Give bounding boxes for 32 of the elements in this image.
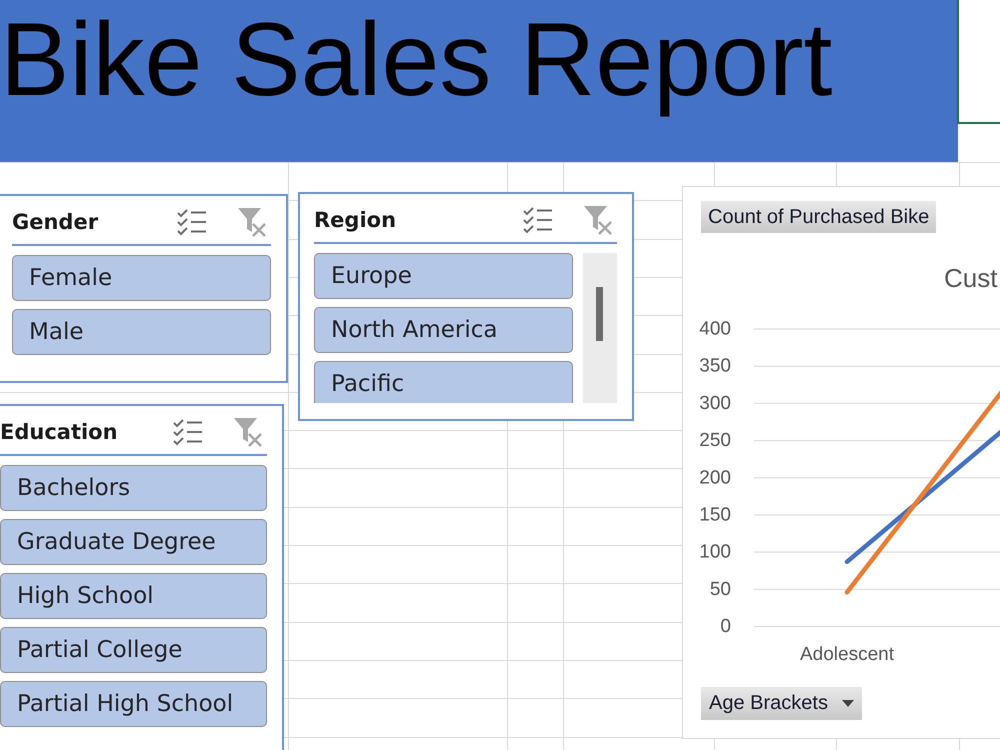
slicer-title: Education — [0, 420, 119, 444]
scrollbar-track[interactable] — [583, 253, 617, 403]
slicer-item[interactable]: High School — [0, 573, 267, 619]
axis-field-button[interactable]: Age Brackets — [701, 687, 862, 720]
scrollbar-thumb[interactable] — [596, 287, 603, 341]
slicer-title: Region — [314, 208, 398, 232]
x-axis-label: Adolescent — [800, 644, 894, 665]
y-axis-label: 100 — [699, 542, 731, 563]
y-axis-label: 250 — [699, 430, 731, 452]
slicer-item[interactable]: Male — [12, 309, 271, 355]
chart-title: Cust — [944, 263, 998, 293]
slicer-item[interactable]: Pacific — [314, 361, 573, 403]
slicer-item[interactable]: Europe — [314, 253, 573, 299]
slicer-title: Gender — [12, 210, 100, 234]
value-field-button[interactable]: Count of Purchased Bike — [701, 201, 936, 233]
report-title: Bike Sales Report — [0, 1, 832, 120]
y-axis-label: 50 — [710, 578, 731, 600]
slicer-item[interactable]: Bachelors — [0, 465, 267, 511]
slicer-item[interactable]: Partial High School — [0, 681, 267, 727]
y-axis-label: 150 — [699, 504, 731, 526]
slicer-item[interactable]: North America — [314, 307, 573, 353]
y-axis-label: 200 — [699, 467, 731, 488]
slicer-item[interactable]: Graduate Degree — [0, 519, 267, 565]
y-axis-label: 0 — [720, 616, 731, 637]
slicer-item[interactable]: Female — [12, 255, 271, 301]
checklist-icon[interactable] — [173, 418, 203, 446]
y-axis-label: 300 — [699, 392, 731, 414]
slicer-item[interactable]: Partial College — [0, 627, 267, 673]
y-axis-label: 400 — [699, 318, 731, 340]
checklist-icon[interactable] — [177, 208, 207, 236]
y-axis-label: 350 — [699, 356, 731, 377]
checklist-icon[interactable] — [523, 206, 553, 234]
